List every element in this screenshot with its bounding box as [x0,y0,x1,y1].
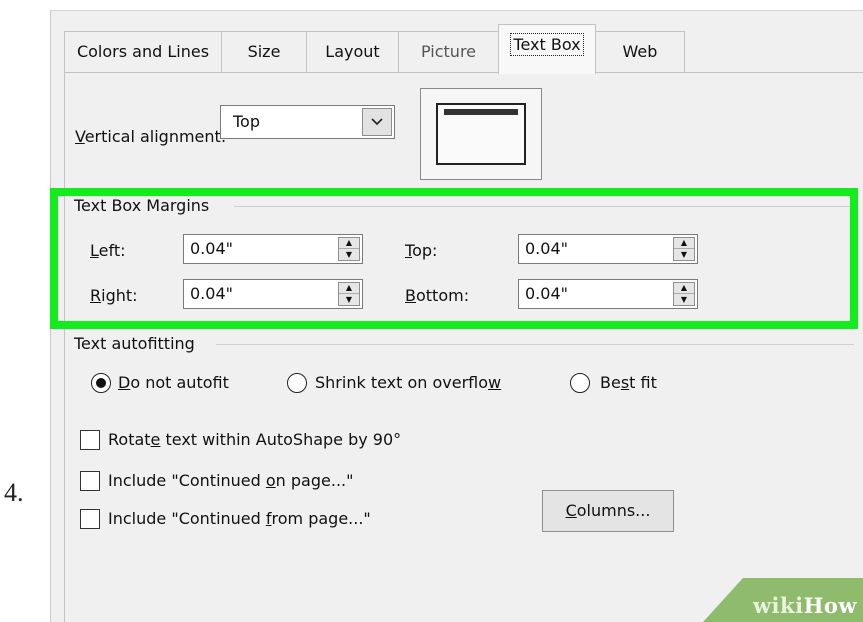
tab-label: Text Box [510,33,584,56]
label-text: ertical alignment: [84,127,227,146]
mnemonic: s [620,373,630,392]
radio-shrink-text-on-overflow[interactable] [287,373,307,393]
mnemonic: C [565,501,577,520]
vertical-alignment-label: Vertical alignment: [75,127,226,146]
label-text: Include "Continued [108,509,266,528]
label-text: rom page..." [271,509,371,528]
button-label: olumns... [576,501,651,520]
label-text: n page..." [275,471,354,490]
tab-colors-and-lines[interactable]: Colors and Lines [64,31,222,73]
vertical-alignment-select[interactable]: Top [220,105,395,139]
group-divider [216,344,854,345]
tab-strip: Colors and Lines Size Layout Picture Tex… [64,24,863,74]
mnemonic: D [118,373,131,392]
tab-web[interactable]: Web [595,31,685,73]
tab-text-box[interactable]: Text Box [498,24,596,74]
chevron-down-icon[interactable] [362,108,392,136]
tab-picture[interactable]: Picture [398,31,499,73]
do-not-autofit-label[interactable]: Do not autofit [118,373,229,392]
margins-highlight-box [50,188,858,329]
step-number: 4. [4,478,24,507]
label-text: o not autofit [130,373,229,392]
checkbox-continued-from-page[interactable] [80,509,100,529]
label-text: text within AutoShape by 90° [160,430,402,449]
mnemonic: w [488,373,502,392]
continued-from-page-label[interactable]: Include "Continued from page..." [108,509,371,528]
continued-on-page-label[interactable]: Include "Continued on page..." [108,471,353,490]
best-fit-label[interactable]: Best fit [600,373,657,392]
shrink-text-label[interactable]: Shrink text on overflow [315,373,501,392]
watermark-logo: wikiHow [753,593,857,618]
tab-label: Picture [420,42,477,61]
tab-label: Colors and Lines [76,42,210,61]
rotate-text-label[interactable]: Rotate text within AutoShape by 90° [108,430,401,449]
mnemonic: o [265,471,276,490]
autofit-group-label: Text autofitting [74,334,195,353]
vertical-alignment-value: Top [233,112,260,131]
label-text: Shrink text on overflo [315,373,489,392]
checkbox-rotate-text[interactable] [80,430,100,450]
mnemonic: e [150,430,161,449]
radio-best-fit[interactable] [570,373,590,393]
mnemonic: V [75,127,85,146]
columns-button[interactable]: Columns... [542,490,674,532]
tab-size[interactable]: Size [221,31,307,73]
tab-label: Layout [325,42,380,61]
preview-text-box [436,103,526,165]
watermark-part: How [803,593,857,618]
watermark-part: wiki [752,593,804,618]
label-text: Be [600,373,621,392]
tab-label: Web [622,42,658,61]
radio-do-not-autofit[interactable] [91,373,111,393]
tab-label: Size [247,42,281,61]
label-text: t fit [629,373,657,392]
alignment-preview [420,88,542,180]
preview-text-line [444,109,518,115]
label-text: Include "Continued [108,471,266,490]
tab-layout[interactable]: Layout [306,31,399,73]
checkbox-continued-on-page[interactable] [80,471,100,491]
label-text: Rotat [108,430,151,449]
